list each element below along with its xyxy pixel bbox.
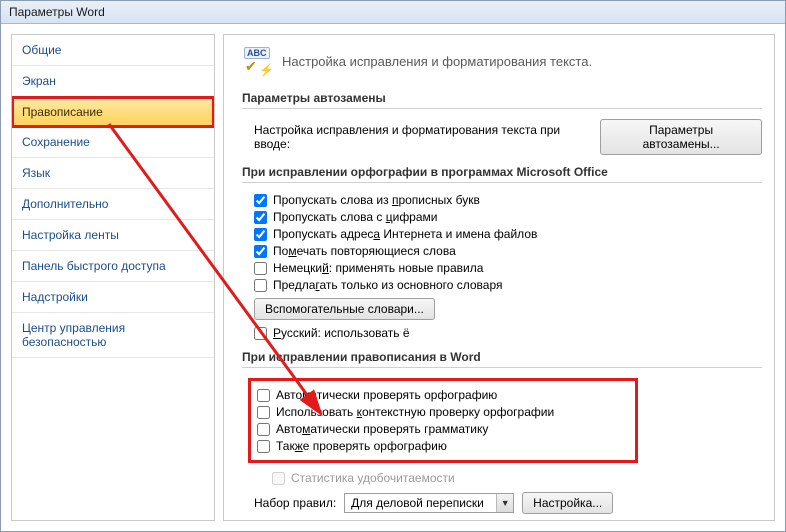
cb-main-dictionary-only-label: Предлагать только из основного словаря [273, 278, 503, 292]
cb-words-with-numbers[interactable]: Пропускать слова с цифрами [254, 210, 762, 224]
cb-auto-check-spelling-label: Автоматически проверять орфографию [276, 388, 497, 402]
page-header: ABC ✔ ⚡ Настройка исправления и форматир… [242, 45, 762, 77]
cb-contextual-spelling-input[interactable] [257, 406, 270, 419]
cb-russian-yo-input[interactable] [254, 327, 267, 340]
proofing-icon: ABC ✔ ⚡ [242, 45, 274, 77]
section-autocorrect-heading: Параметры автозамены [242, 91, 762, 109]
sidebar-item-trust-center[interactable]: Центр управления безопасностью [12, 313, 214, 358]
cb-german-rules-input[interactable] [254, 262, 267, 275]
cb-words-with-numbers-input[interactable] [254, 211, 267, 224]
sidebar-item-advanced[interactable]: Дополнительно [12, 189, 214, 220]
ruleset-settings-button[interactable]: Настройка... [522, 492, 613, 514]
cb-also-check-spelling-input[interactable] [257, 440, 270, 453]
cb-contextual-spelling[interactable]: Использовать контекстную проверку орфогр… [257, 405, 629, 419]
cb-readability-stats-label: Статистика удобочитаемости [291, 471, 455, 485]
cb-repeated-words-input[interactable] [254, 245, 267, 258]
window-title: Параметры Word [1, 1, 785, 24]
checkmark-icon: ✔ [245, 58, 257, 75]
autocorrect-options-button[interactable]: Параметры автозамены... [600, 119, 762, 155]
autocorrect-row: Настройка исправления и форматирования т… [254, 119, 762, 155]
sidebar-item-proofing[interactable]: Правописание [11, 96, 215, 128]
ruleset-select-value: Для деловой переписки [344, 493, 514, 513]
sidebar-item-language[interactable]: Язык [12, 158, 214, 189]
autocorrect-desc: Настройка исправления и форматирования т… [254, 123, 589, 151]
cb-main-dictionary-only[interactable]: Предлагать только из основного словаря [254, 278, 762, 292]
highlighted-checkbox-group: Автоматически проверять орфографию Испол… [248, 378, 638, 463]
sidebar-item-quick-access[interactable]: Панель быстрого доступа [12, 251, 214, 282]
cb-contextual-spelling-label: Использовать контекстную проверку орфогр… [276, 405, 554, 419]
cb-repeated-words-label: Помечать повторяющиеся слова [273, 244, 456, 258]
sidebar-item-addins[interactable]: Надстройки [12, 282, 214, 313]
sidebar-item-customize-ribbon[interactable]: Настройка ленты [12, 220, 214, 251]
lightning-icon: ⚡ [259, 63, 274, 77]
cb-german-rules[interactable]: Немецкий: применять новые правила [254, 261, 762, 275]
cb-auto-check-grammar-input[interactable] [257, 423, 270, 436]
cb-auto-check-grammar-label: Автоматически проверять грамматику [276, 422, 488, 436]
cb-words-with-numbers-label: Пропускать слова с цифрами [273, 210, 438, 224]
custom-dictionaries-button[interactable]: Вспомогательные словари... [254, 298, 435, 320]
sidebar-item-general[interactable]: Общие [12, 35, 214, 66]
cb-also-check-spelling[interactable]: Также проверять орфографию [257, 439, 629, 453]
ruleset-label: Набор правил: [254, 496, 336, 510]
cb-repeated-words[interactable]: Помечать повторяющиеся слова [254, 244, 762, 258]
cb-russian-yo-label: Русский: использовать ё [273, 326, 410, 340]
options-window: Параметры Word Общие Экран Правописание … [0, 0, 786, 532]
cb-uppercase-words[interactable]: Пропускать слова из прописных букв [254, 193, 762, 207]
cb-auto-check-spelling-input[interactable] [257, 389, 270, 402]
section-office-heading: При исправлении орфографии в программах … [242, 165, 762, 183]
cb-internet-addresses-input[interactable] [254, 228, 267, 241]
cb-internet-addresses-label: Пропускать адреса Интернета и имена файл… [273, 227, 537, 241]
cb-russian-yo[interactable]: Русский: использовать ё [254, 326, 762, 340]
ruleset-select[interactable]: Для деловой переписки ▼ [344, 493, 514, 513]
window-body: Общие Экран Правописание Сохранение Язык… [1, 24, 785, 531]
cb-also-check-spelling-label: Также проверять орфографию [276, 439, 447, 453]
cb-uppercase-words-label: Пропускать слова из прописных букв [273, 193, 480, 207]
section-word-heading: При исправлении правописания в Word [242, 350, 762, 368]
sidebar: Общие Экран Правописание Сохранение Язык… [11, 34, 215, 521]
cb-readability-stats: Статистика удобочитаемости [272, 471, 762, 485]
cb-uppercase-words-input[interactable] [254, 194, 267, 207]
page-title: Настройка исправления и форматирования т… [282, 54, 592, 69]
cb-readability-stats-input [272, 472, 285, 485]
cb-auto-check-grammar[interactable]: Автоматически проверять грамматику [257, 422, 629, 436]
sidebar-item-display[interactable]: Экран [12, 66, 214, 97]
sidebar-item-save[interactable]: Сохранение [12, 127, 214, 158]
cb-internet-addresses[interactable]: Пропускать адреса Интернета и имена файл… [254, 227, 762, 241]
cb-main-dictionary-only-input[interactable] [254, 279, 267, 292]
main-panel: ABC ✔ ⚡ Настройка исправления и форматир… [223, 34, 775, 521]
cb-german-rules-label: Немецкий: применять новые правила [273, 261, 483, 275]
cb-auto-check-spelling[interactable]: Автоматически проверять орфографию [257, 388, 629, 402]
chevron-down-icon: ▼ [496, 494, 513, 512]
